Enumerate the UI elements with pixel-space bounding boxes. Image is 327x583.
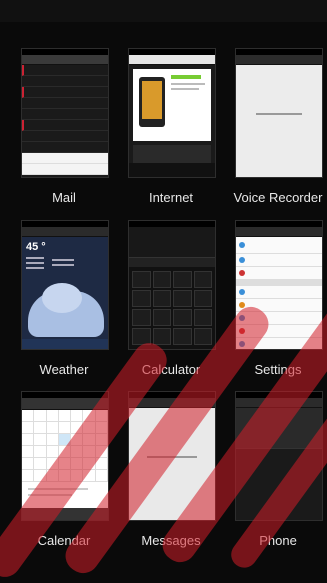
internet-thumbnail[interactable] xyxy=(128,48,216,178)
status-bar xyxy=(0,0,327,22)
messages-thumbnail[interactable] xyxy=(128,391,216,521)
app-label-voice-recorder: Voice Recorder xyxy=(233,190,323,205)
app-label-settings: Settings xyxy=(254,362,302,377)
calendar-thumbnail[interactable] xyxy=(21,391,109,521)
calculator-thumbnail[interactable] xyxy=(128,220,216,350)
weather-thumbnail[interactable]: 45 ° xyxy=(21,220,109,350)
voice-recorder-thumbnail[interactable] xyxy=(235,48,323,178)
app-label-phone: Phone xyxy=(259,533,297,548)
phone-thumbnail[interactable] xyxy=(235,391,323,521)
weather-temperature: 45 ° xyxy=(26,241,46,253)
settings-thumbnail[interactable] xyxy=(235,220,323,350)
mail-thumbnail[interactable] xyxy=(21,48,109,178)
